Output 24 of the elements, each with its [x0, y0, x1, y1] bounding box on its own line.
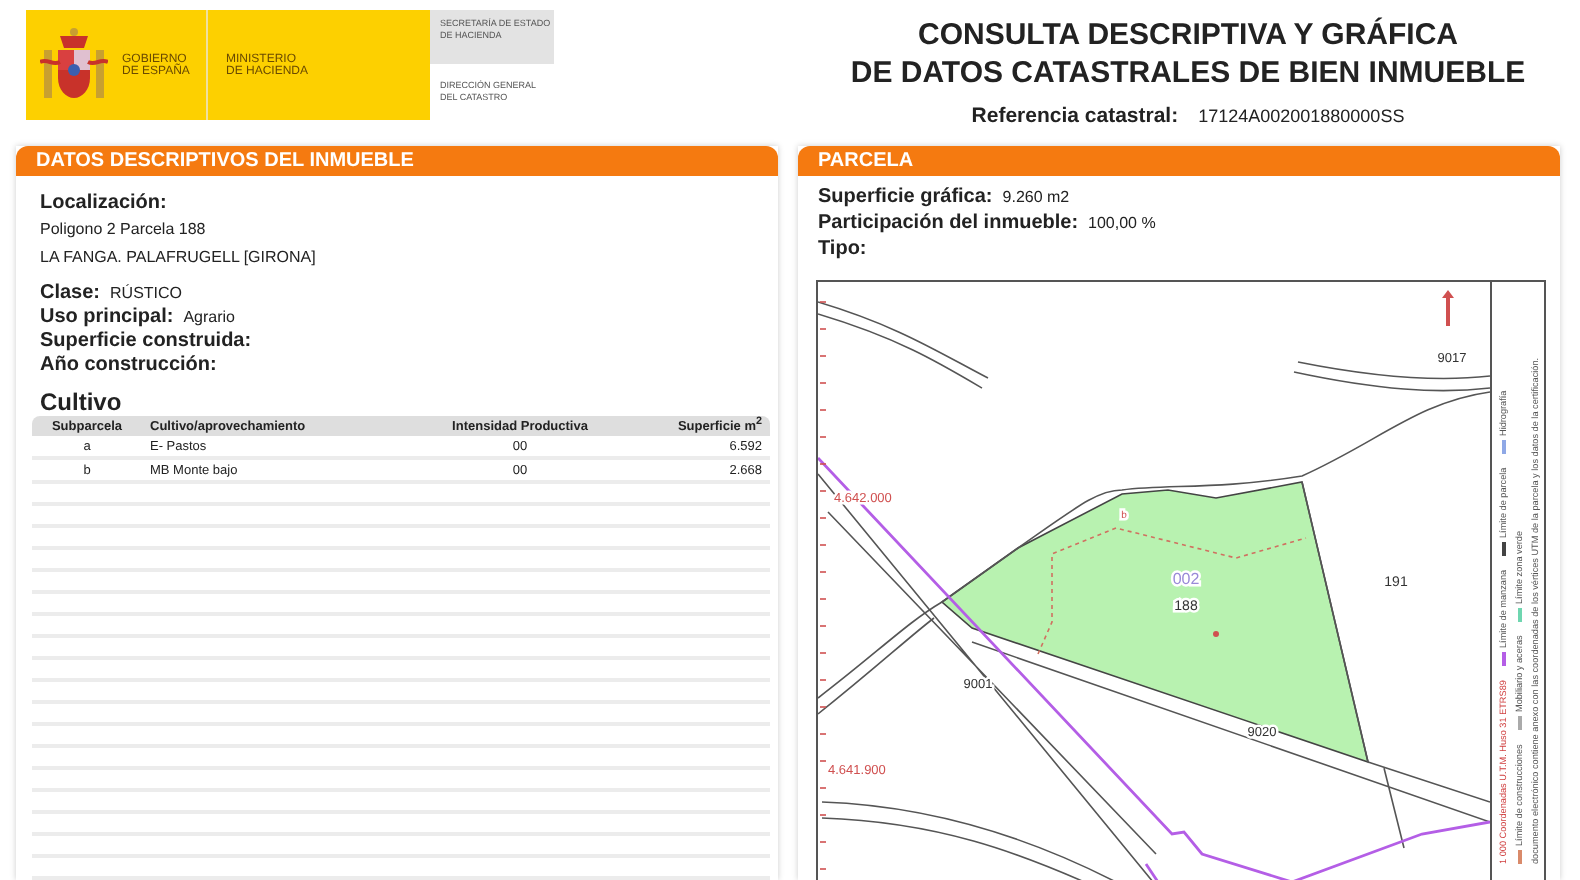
- field-label: Clase:: [40, 282, 101, 305]
- field-value: 9.260 m2: [1002, 188, 1070, 206]
- field-label: Superficie gráfica:: [818, 186, 993, 208]
- address-line: LA FANGA. PALAFRUGELL [GIRONA]: [38, 245, 318, 270]
- section-title: Cultivo: [40, 388, 124, 417]
- address-line: Poligono 2 Parcela 188: [38, 217, 208, 242]
- field-value: 100,00 %: [1088, 214, 1156, 232]
- field-label: Localización:: [40, 192, 167, 214]
- field-label: Superficie construida:: [40, 330, 252, 353]
- field-label: Uso principal:: [40, 306, 174, 329]
- field-label: Participación del inmueble:: [818, 212, 1079, 234]
- field-label: Año construcción:: [40, 354, 217, 377]
- map-label: 002: [1172, 570, 1200, 588]
- document-title: DE DATOS CATASTRALES DE BIEN INMUEBLE: [850, 54, 1526, 92]
- reference-label: Referencia catastral:: [971, 104, 1179, 128]
- reference-value: 17124A002001880000SS: [1198, 106, 1405, 126]
- field-value: RÚSTICO: [110, 284, 183, 303]
- section-header: DATOS DESCRIPTIVOS DEL INMUEBLE: [16, 146, 778, 176]
- document-title: CONSULTA DESCRIPTIVA Y GRÁFICA: [917, 16, 1458, 54]
- north-arrow-icon: [1442, 290, 1454, 326]
- field-label: Tipo:: [818, 238, 867, 260]
- point-marker: [1213, 631, 1219, 637]
- field-value: Agrario: [183, 308, 235, 327]
- section-header: PARCELA: [798, 146, 1560, 176]
